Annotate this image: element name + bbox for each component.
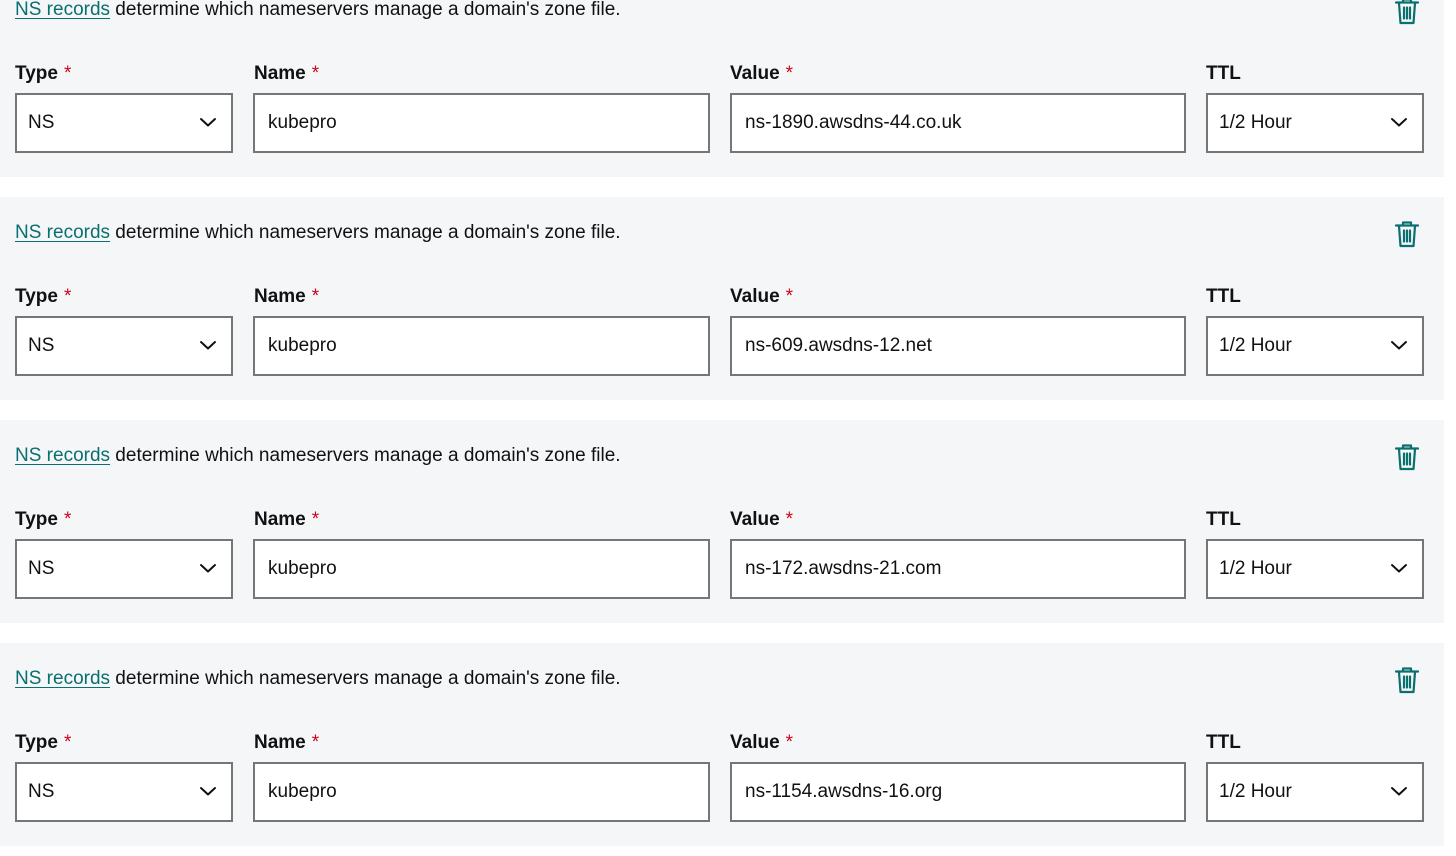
name-input[interactable]: kubepro [253,539,710,599]
ttl-label: TTL [1206,509,1241,530]
value-label: Value * [730,63,794,84]
ttl-select[interactable]: 1/2 Hour [1206,539,1424,599]
chevron-down-icon [200,787,216,796]
delete-record-button[interactable] [1392,0,1422,26]
value-label: Value * [730,509,794,530]
delete-record-button[interactable] [1392,665,1422,695]
chevron-down-icon [1391,118,1407,127]
name-label: Name * [254,509,320,530]
ttl-select[interactable]: 1/2 Hour [1206,762,1424,822]
ns-record-card: NS records determine which nameservers m… [0,197,1444,400]
record-description: NS records determine which nameservers m… [15,667,621,691]
trash-icon [1394,0,1420,25]
type-label: Type * [15,63,72,84]
type-label: Type * [15,286,72,307]
required-marker: * [63,732,72,753]
trash-icon [1394,444,1420,471]
ns-records-link[interactable]: NS records [15,668,110,689]
required-marker: * [785,509,794,530]
value-input-value: ns-1890.awsdns-44.co.uk [745,112,962,133]
type-select[interactable]: NS [15,316,233,376]
type-select[interactable]: NS [15,762,233,822]
description-text: determine which nameservers manage a dom… [110,0,621,20]
description-text: determine which nameservers manage a dom… [110,668,621,689]
ttl-select-value: 1/2 Hour [1219,335,1292,356]
type-select-value: NS [28,335,55,356]
ttl-select-value: 1/2 Hour [1219,112,1292,133]
delete-record-button[interactable] [1392,442,1422,472]
description-text: determine which nameservers manage a dom… [110,222,621,243]
record-description: NS records determine which nameservers m… [15,444,621,468]
name-input-value: kubepro [268,335,337,356]
required-marker: * [311,732,320,753]
ns-records-link[interactable]: NS records [15,445,110,466]
ns-records-list: NS records determine which nameservers m… [0,0,1456,856]
required-marker: * [63,63,72,84]
type-label: Type * [15,509,72,530]
required-marker: * [785,286,794,307]
chevron-down-icon [1391,341,1407,350]
ns-record-card: NS records determine which nameservers m… [0,0,1444,177]
name-label: Name * [254,732,320,753]
name-input[interactable]: kubepro [253,316,710,376]
delete-record-button[interactable] [1392,219,1422,249]
required-marker: * [785,63,794,84]
required-marker: * [311,63,320,84]
value-input-value: ns-172.awsdns-21.com [745,558,942,579]
type-label: Type * [15,732,72,753]
ttl-select-value: 1/2 Hour [1219,781,1292,802]
name-input-value: kubepro [268,558,337,579]
name-label: Name * [254,286,320,307]
ttl-select[interactable]: 1/2 Hour [1206,316,1424,376]
required-marker: * [311,509,320,530]
ttl-select[interactable]: 1/2 Hour [1206,93,1424,153]
type-select-value: NS [28,112,55,133]
chevron-down-icon [1391,787,1407,796]
value-label: Value * [730,286,794,307]
required-marker: * [63,286,72,307]
required-marker: * [785,732,794,753]
value-input[interactable]: ns-609.awsdns-12.net [730,316,1186,376]
ns-record-card: NS records determine which nameservers m… [0,420,1444,623]
value-input-value: ns-1154.awsdns-16.org [745,781,943,802]
type-select-value: NS [28,558,55,579]
record-description: NS records determine which nameservers m… [15,221,621,245]
name-input[interactable]: kubepro [253,93,710,153]
value-input[interactable]: ns-172.awsdns-21.com [730,539,1186,599]
name-input[interactable]: kubepro [253,762,710,822]
type-select[interactable]: NS [15,539,233,599]
ttl-select-value: 1/2 Hour [1219,558,1292,579]
trash-icon [1394,667,1420,694]
value-input[interactable]: ns-1890.awsdns-44.co.uk [730,93,1186,153]
chevron-down-icon [1391,564,1407,573]
required-marker: * [63,509,72,530]
value-input[interactable]: ns-1154.awsdns-16.org [730,762,1186,822]
ns-records-link[interactable]: NS records [15,0,110,20]
ttl-label: TTL [1206,63,1241,84]
name-input-value: kubepro [268,112,337,133]
trash-icon [1394,221,1420,248]
record-description: NS records determine which nameservers m… [15,0,621,22]
ns-record-card: NS records determine which nameservers m… [0,643,1444,846]
type-select[interactable]: NS [15,93,233,153]
chevron-down-icon [200,118,216,127]
ttl-label: TTL [1206,286,1241,307]
name-label: Name * [254,63,320,84]
value-label: Value * [730,732,794,753]
ns-records-link[interactable]: NS records [15,222,110,243]
type-select-value: NS [28,781,55,802]
description-text: determine which nameservers manage a dom… [110,445,621,466]
value-input-value: ns-609.awsdns-12.net [745,335,932,356]
name-input-value: kubepro [268,781,337,802]
chevron-down-icon [200,564,216,573]
ttl-label: TTL [1206,732,1241,753]
chevron-down-icon [200,341,216,350]
required-marker: * [311,286,320,307]
